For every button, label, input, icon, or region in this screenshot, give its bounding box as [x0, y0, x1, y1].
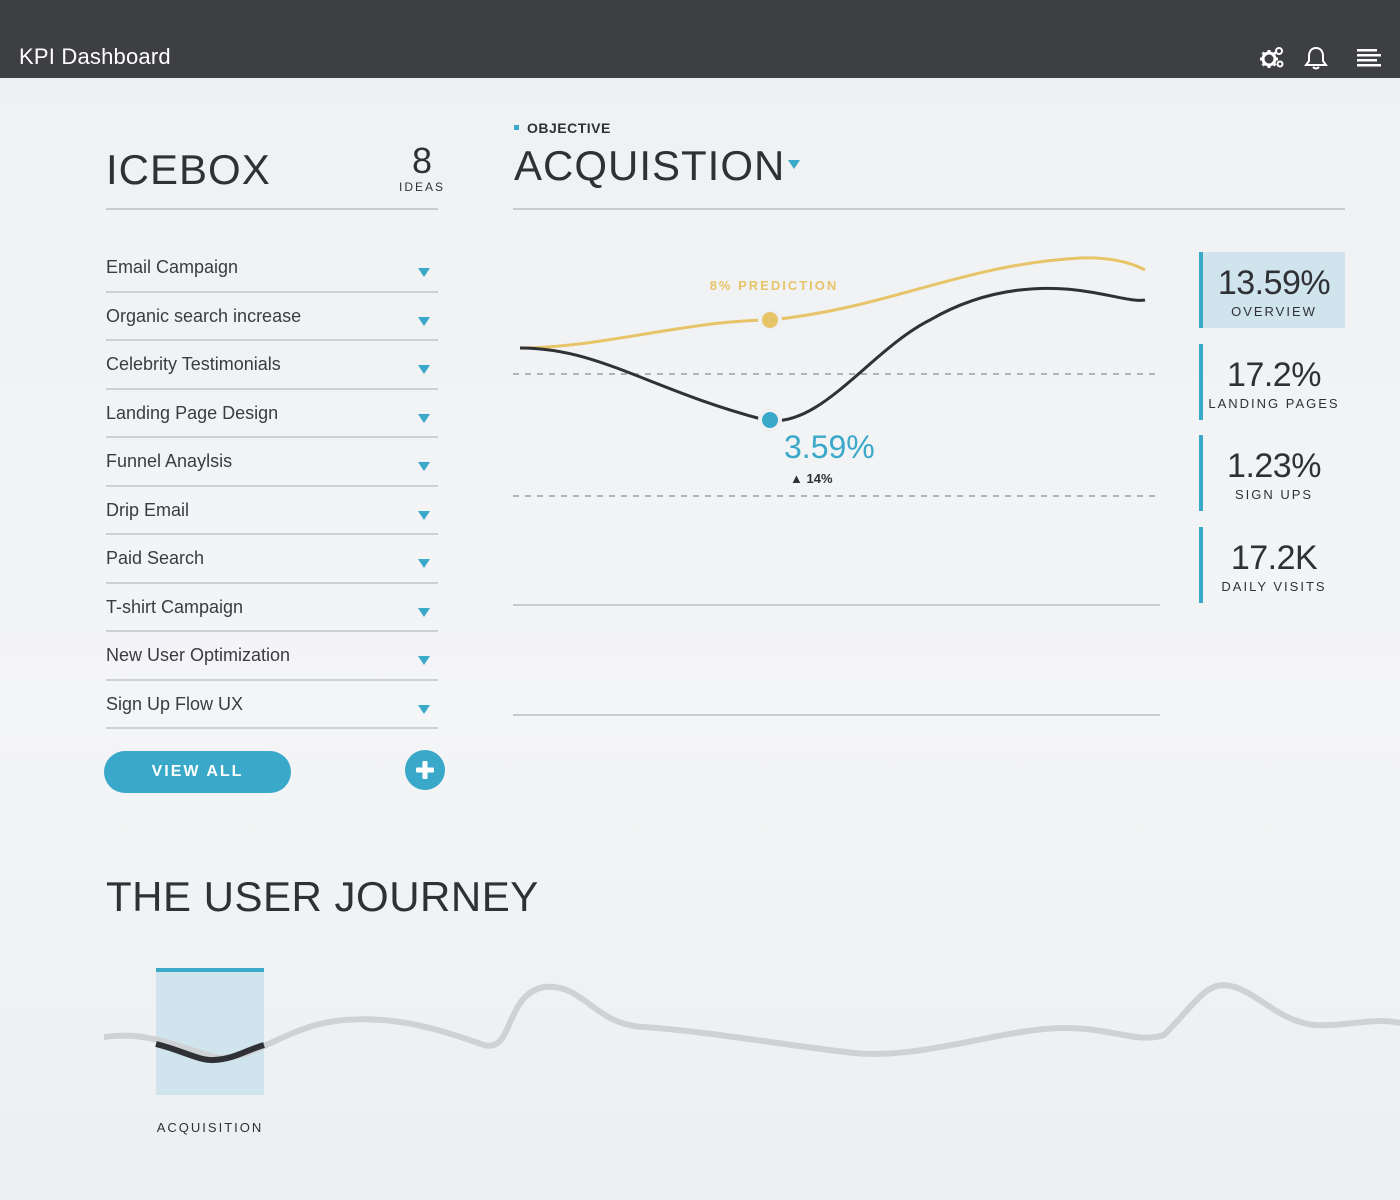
kpi-label: LANDING PAGES [1208, 396, 1340, 411]
chevron-down-icon[interactable] [418, 656, 430, 665]
icebox-title: ICEBOX [106, 146, 271, 193]
kpi-overview[interactable]: 13.59% OVERVIEW [1199, 252, 1345, 328]
idea-list: Email Campaign Organic search increase C… [106, 244, 438, 729]
kpi-label: OVERVIEW [1231, 304, 1317, 319]
journey-stage-marker [156, 968, 264, 972]
idea-label: Landing Page Design [106, 402, 279, 423]
acquisition-trend-chart: 8% PREDICTION 3.59% ▲ 14% [510, 240, 1170, 520]
idea-label: T-shirt Campaign [106, 596, 244, 617]
objective-bullet [514, 125, 519, 130]
journey-title: THE USER JOURNEY [106, 873, 539, 920]
idea-count-label: IDEAS [398, 180, 445, 194]
idea-count: 8 [411, 140, 433, 181]
idea-item[interactable]: New User Optimization [106, 632, 438, 681]
icebox-divider [106, 208, 438, 210]
add-idea-button[interactable] [405, 750, 445, 790]
kpi-value: 17.2% [1227, 356, 1321, 394]
menu-icon[interactable] [1355, 44, 1383, 72]
kpi-daily-visits[interactable]: 17.2K DAILY VISITS [1199, 527, 1345, 603]
current-value: 3.59% [784, 429, 875, 465]
chart-axis-line [513, 604, 1160, 606]
idea-item[interactable]: Paid Search [106, 535, 438, 584]
chevron-down-icon[interactable] [418, 510, 430, 520]
kpi-landing-pages[interactable]: 17.2% LANDING PAGES [1199, 344, 1345, 420]
kpi-value: 13.59% [1217, 264, 1331, 302]
idea-item[interactable]: Email Campaign [106, 244, 438, 293]
idea-item[interactable]: Drip Email [106, 487, 438, 535]
journey-stage-label[interactable]: ACQUISITION [150, 1120, 270, 1135]
idea-item[interactable]: T-shirt Campaign [106, 584, 438, 632]
objective-label: OBJECTIVE [527, 120, 611, 136]
plus-icon [416, 761, 434, 779]
kpi-value: 17.2K [1230, 539, 1318, 577]
kpi-label: DAILY VISITS [1221, 579, 1327, 594]
prediction-line [519, 256, 1146, 350]
journey-path [104, 981, 1400, 1061]
idea-label: Funnel Anaylsis [106, 451, 233, 471]
chevron-down-icon[interactable] [418, 607, 430, 617]
kpi-sign-ups[interactable]: 1.23% SIGN UPS [1199, 435, 1345, 511]
actual-point [758, 408, 782, 432]
view-all-button[interactable]: VIEW ALL [104, 751, 291, 793]
top-bar: KPI Dashboard [0, 0, 1400, 78]
user-journey-chart [104, 965, 1400, 1145]
kpi-value: 1.23% [1227, 447, 1321, 485]
idea-item[interactable]: Celebrity Testimonials [106, 341, 438, 390]
gears-icon[interactable] [1258, 44, 1286, 72]
chevron-down-icon[interactable] [418, 316, 430, 326]
kpi-label: SIGN UPS [1234, 487, 1314, 502]
chart-baseline [513, 714, 1160, 716]
idea-item[interactable]: Sign Up Flow UX [106, 681, 438, 729]
idea-label: Celebrity Testimonials [106, 354, 281, 374]
actual-line [519, 286, 1146, 423]
idea-label: New User Optimization [106, 645, 291, 665]
journey-stage-highlight [156, 969, 264, 1095]
chevron-down-icon[interactable] [418, 365, 430, 374]
chevron-down-icon[interactable] [418, 559, 430, 568]
app-title: KPI Dashboard [19, 44, 171, 69]
idea-label: Drip Email [106, 499, 190, 520]
idea-label: Organic search increase [106, 305, 302, 326]
idea-label: Email Campaign [106, 257, 239, 277]
chevron-down-icon[interactable] [418, 268, 430, 277]
idea-label: Sign Up Flow UX [106, 693, 244, 714]
prediction-point [758, 308, 782, 332]
chevron-down-icon[interactable] [418, 413, 430, 423]
prediction-label: 8% PREDICTION [710, 278, 839, 293]
idea-item[interactable]: Organic search increase [106, 293, 438, 341]
objective-dropdown-icon[interactable] [788, 160, 800, 169]
chevron-down-icon[interactable] [418, 462, 430, 471]
bell-icon[interactable] [1302, 44, 1330, 72]
chevron-down-icon[interactable] [418, 704, 430, 714]
objective-divider [513, 208, 1345, 210]
idea-item[interactable]: Landing Page Design [106, 390, 438, 438]
idea-label: Paid Search [106, 548, 205, 568]
objective-title[interactable]: ACQUISTION [514, 142, 785, 190]
change-value: ▲ 14% [790, 471, 833, 486]
idea-item[interactable]: Funnel Anaylsis [106, 438, 438, 487]
